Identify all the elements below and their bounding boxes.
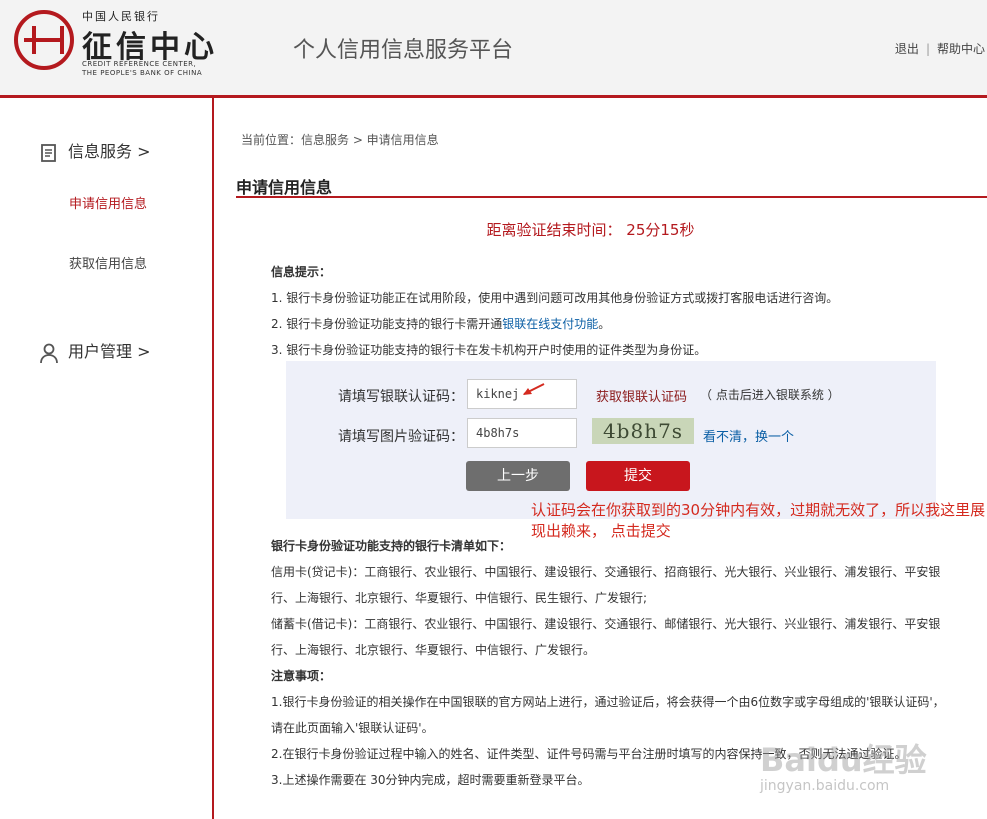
debit-card-banks: 行、上海银行、北京银行、华夏银行、中信银行、广发银行。 xyxy=(271,643,596,657)
captcha-label: 请填写图片验证码： xyxy=(338,429,464,445)
tip-line: 2. 银行卡身份验证功能支持的银行卡需开通银联在线支付功能。 xyxy=(271,315,838,341)
bank-list-heading: 银行卡身份验证功能支持的银行卡清单如下： xyxy=(271,539,512,553)
sidebar-group-label: 用户管理 > xyxy=(68,342,151,361)
tip-text: 2. 银行卡身份验证功能支持的银行卡需开通 xyxy=(271,317,503,331)
note-line: 1.银行卡身份验证的相关操作在中国银联的官方网站上进行，通过验证后，将会获得一个… xyxy=(271,695,945,709)
pboc-logo[interactable]: 中国人民银行 征信中心 CREDIT REFERENCE CENTER, THE… xyxy=(14,8,234,84)
submit-button[interactable]: 提交 xyxy=(586,461,690,491)
sidebar-group-info-service[interactable]: 信息服务 > xyxy=(38,138,151,164)
info-tips: 信息提示： 1. 银行卡身份验证功能正在试用阶段，使用中遇到问题可改用其他身份验… xyxy=(271,263,838,367)
logout-link[interactable]: 退出 xyxy=(895,42,919,56)
notes-heading: 注意事项： xyxy=(271,669,332,683)
header: 中国人民银行 征信中心 CREDIT REFERENCE CENTER, THE… xyxy=(0,0,987,98)
credit-card-banks: 行、上海银行、北京银行、华夏银行、中信银行、民生银行、广发银行; xyxy=(271,591,648,605)
sidebar-group-label: 信息服务 > xyxy=(68,142,151,161)
title-divider xyxy=(236,196,987,198)
red-arrow-icon xyxy=(523,383,545,395)
baidu-jingyan-watermark: Baidu经验 xyxy=(760,741,927,779)
get-unionpay-code-link[interactable]: 获取银联认证码 xyxy=(596,386,687,405)
captcha-image: 4b8h7s xyxy=(592,418,694,444)
tip-line: 1. 银行卡身份验证功能正在试用阶段，使用中遇到问题可改用其他身份验证方式或拨打… xyxy=(271,291,839,305)
logo-english-text: CREDIT REFERENCE CENTER, THE PEOPLE'S BA… xyxy=(82,60,203,77)
sidebar: 信息服务 > 申请信用信息 获取信用信息 用户管理 > xyxy=(0,98,214,819)
sidebar-group-user-management[interactable]: 用户管理 > xyxy=(38,338,151,364)
top-link-separator: | xyxy=(925,42,930,56)
document-icon xyxy=(41,143,56,162)
unionpay-online-payment-link[interactable]: 银联在线支付功能 xyxy=(502,317,598,331)
top-links: 退出 | 帮助中心 xyxy=(895,40,985,57)
page-title: 申请信用信息 xyxy=(236,178,333,197)
debit-card-banks: 储蓄卡(借记卡)：工商银行、农业银行、中国银行、建设银行、交通银行、邮储银行、光… xyxy=(271,617,941,631)
refresh-captcha-link[interactable]: 看不清，换一个 xyxy=(703,426,794,445)
tip-text: 。 xyxy=(598,317,611,331)
captcha-input[interactable]: 4b8h7s xyxy=(467,418,577,448)
help-center-link[interactable]: 帮助中心 xyxy=(937,42,985,56)
unionpay-code-label: 请填写银联认证码： xyxy=(338,389,464,405)
get-code-hint: （ 点击后进入银联系统 ） xyxy=(700,388,840,402)
sidebar-item-get-credit-info[interactable]: 获取信用信息 xyxy=(69,253,147,272)
tips-heading: 信息提示： xyxy=(271,265,332,279)
breadcrumb: 当前位置：信息服务 > 申请信用信息 xyxy=(241,133,439,147)
sidebar-item-apply-credit-info[interactable]: 申请信用信息 xyxy=(69,193,147,212)
watermark-url: jingyan.baidu.com xyxy=(760,778,890,794)
credit-card-banks: 信用卡(贷记卡)：工商银行、农业银行、中国银行、建设银行、交通银行、招商银行、光… xyxy=(271,565,941,579)
countdown-timer: 距离验证结束时间： 25分15秒 xyxy=(486,221,695,239)
platform-title: 个人信用信息服务平台 xyxy=(293,38,514,63)
back-button[interactable]: 上一步 xyxy=(466,461,570,491)
annotation-note: 认证码会在你获取到的30分钟内有效，过期就无效了，所以我这里展现出赖来， 点击提… xyxy=(531,501,986,540)
credit-center-emblem-icon xyxy=(14,10,74,70)
user-icon xyxy=(40,343,58,363)
